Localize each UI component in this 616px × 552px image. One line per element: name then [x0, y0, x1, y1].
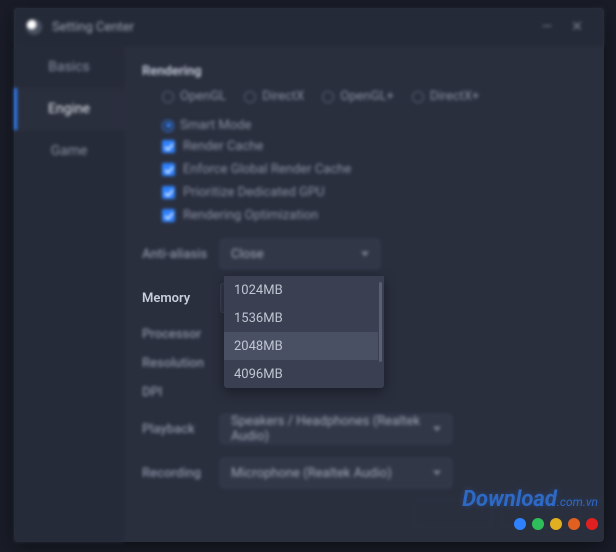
radio-opengl-plus[interactable]: OpenGL+ [322, 89, 394, 104]
dropdown-scrollbar[interactable] [379, 282, 382, 362]
select-playback[interactable]: Speakers / Headphones (Realtek Audio) [220, 414, 452, 444]
label-processor: Processor [142, 327, 220, 342]
tab-engine[interactable]: Engine [14, 88, 124, 130]
rendering-check-list: Render Cache Enforce Global Render Cache… [162, 139, 580, 223]
select-anti-alias[interactable]: Close [220, 239, 380, 269]
radio-dot-icon [412, 91, 424, 103]
memory-option[interactable]: 1024MB [224, 276, 378, 304]
caret-down-icon [361, 252, 369, 257]
caret-down-icon [433, 471, 441, 476]
titlebar: Setting Center — ✕ [14, 8, 604, 46]
radio-smart-mode[interactable]: Smart Mode [162, 118, 251, 133]
radio-directx-plus[interactable]: DirectX+ [412, 89, 479, 104]
row-recording: Recording Microphone (Realtek Audio) [142, 458, 580, 488]
memory-dropdown: 1024MB 1536MB 2048MB 4096MB [224, 276, 384, 388]
label-dpi: DPI [142, 385, 220, 400]
window-title: Setting Center [52, 20, 134, 35]
label-memory: Memory [142, 291, 220, 306]
check-render-cache[interactable]: Render Cache [162, 139, 580, 154]
radio-opengl[interactable]: OpenGL [162, 89, 226, 104]
checkbox-checked-icon [162, 186, 175, 199]
radio-dot-icon [162, 91, 174, 103]
checkbox-checked-icon [162, 209, 175, 222]
memory-option[interactable]: 2048MB [224, 332, 378, 360]
tab-basics[interactable]: Basics [14, 46, 124, 88]
close-button[interactable]: ✕ [562, 12, 592, 42]
footer-button-2[interactable] [502, 500, 580, 528]
checkbox-checked-icon [162, 163, 175, 176]
label-playback: Playback [142, 422, 220, 437]
sidebar: Basics Engine Game [14, 46, 124, 542]
label-anti-alias: Anti-aliasis [142, 247, 220, 262]
radio-directx[interactable]: DirectX [244, 89, 304, 104]
row-anti-alias: Anti-aliasis Close [142, 239, 580, 269]
minimize-button[interactable]: — [532, 12, 562, 42]
label-resolution: Resolution [142, 356, 220, 371]
memory-option[interactable]: 4096MB [224, 360, 378, 388]
settings-window: Setting Center — ✕ Basics Engine Game Re… [14, 8, 604, 542]
row-playback: Playback Speakers / Headphones (Realtek … [142, 414, 580, 444]
memory-option[interactable]: 1536MB [224, 304, 378, 332]
radio-dot-icon [244, 91, 256, 103]
caret-down-icon [433, 427, 441, 432]
radio-dot-icon [162, 120, 174, 132]
radio-dot-icon [322, 91, 334, 103]
app-logo-icon [26, 19, 42, 35]
rendering-mode-row: OpenGL DirectX OpenGL+ DirectX+ Smart Mo… [162, 89, 580, 133]
check-dedicated-gpu[interactable]: Prioritize Dedicated GPU [162, 185, 580, 200]
checkbox-checked-icon [162, 140, 175, 153]
select-recording[interactable]: Microphone (Realtek Audio) [220, 458, 452, 488]
footer-button-1[interactable] [414, 500, 492, 528]
check-enforce-global[interactable]: Enforce Global Render Cache [162, 162, 580, 177]
check-render-opt[interactable]: Rendering Optimization [162, 208, 580, 223]
footer-buttons [414, 500, 580, 528]
rendering-title: Rendering [142, 64, 580, 79]
tab-game[interactable]: Game [14, 130, 124, 172]
label-recording: Recording [142, 466, 220, 481]
